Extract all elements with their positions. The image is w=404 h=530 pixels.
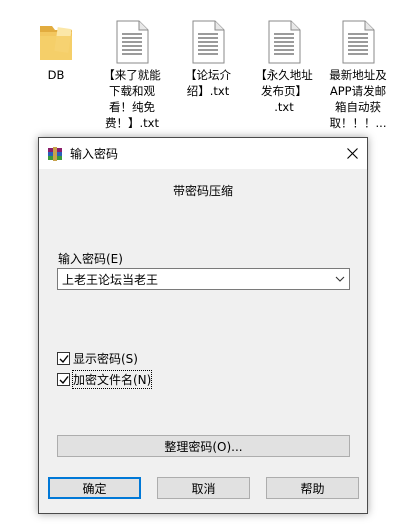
- cancel-button[interactable]: 取消: [157, 477, 250, 499]
- text-file-icon: [115, 14, 149, 64]
- checkmark-icon: [59, 375, 69, 384]
- text-file-icon: [191, 14, 225, 64]
- desktop-file-db[interactable]: DB: [16, 14, 96, 83]
- folder-icon: [36, 14, 76, 64]
- close-icon: [346, 148, 358, 159]
- file-label: 【永久地址 发布页】 .txt: [255, 68, 313, 114]
- ok-button[interactable]: 确定: [48, 477, 141, 499]
- chevron-down-icon[interactable]: [335, 274, 345, 284]
- winrar-icon: [48, 146, 62, 161]
- password-value: 上老王论坛当老王: [62, 272, 159, 287]
- password-dialog: 输入密码 带密码压缩 输入密码(E) 上老王论坛当老王 显示密码(S) 加密文件…: [38, 137, 368, 514]
- help-button[interactable]: 帮助: [266, 477, 359, 499]
- file-label: 【来了就能 下载和观 看！纯免 费！】.txt: [103, 68, 161, 130]
- desktop-file-txt[interactable]: 【论坛介 绍】.txt: [168, 14, 248, 99]
- dialog-subtitle: 带密码压缩: [172, 184, 233, 198]
- close-button[interactable]: [337, 138, 367, 169]
- checkbox-box[interactable]: [57, 352, 70, 365]
- file-label: 最新地址及 APP请发邮 箱自动获 取！！！...: [329, 68, 387, 130]
- desktop-file-txt[interactable]: 【永久地址 发布页】 .txt: [244, 14, 324, 115]
- file-label: 【论坛介 绍】.txt: [185, 68, 231, 98]
- text-file-icon: [267, 14, 301, 64]
- dialog-titlebar[interactable]: 输入密码: [39, 138, 367, 169]
- text-file-icon: [341, 14, 375, 64]
- file-label: DB: [47, 68, 65, 82]
- password-combobox[interactable]: 上老王论坛当老王: [57, 268, 350, 290]
- checkmark-icon: [59, 354, 69, 363]
- dialog-footer: 确定 取消 帮助: [39, 467, 367, 513]
- checkbox-box[interactable]: [57, 373, 70, 386]
- encrypt-names-label: 加密文件名(N): [71, 370, 153, 389]
- show-password-checkbox[interactable]: 显示密码(S): [57, 350, 138, 367]
- desktop-file-txt[interactable]: 【来了就能 下载和观 看！纯免 费！】.txt: [92, 14, 172, 131]
- organize-passwords-button[interactable]: 整理密码(O)...: [57, 435, 350, 457]
- desktop-file-txt[interactable]: 最新地址及 APP请发邮 箱自动获 取！！！...: [318, 14, 398, 131]
- dialog-title: 输入密码: [70, 147, 119, 161]
- password-label: 输入密码(E): [58, 252, 123, 266]
- encrypt-names-checkbox[interactable]: 加密文件名(N): [57, 370, 153, 389]
- show-password-label: 显示密码(S): [73, 352, 138, 366]
